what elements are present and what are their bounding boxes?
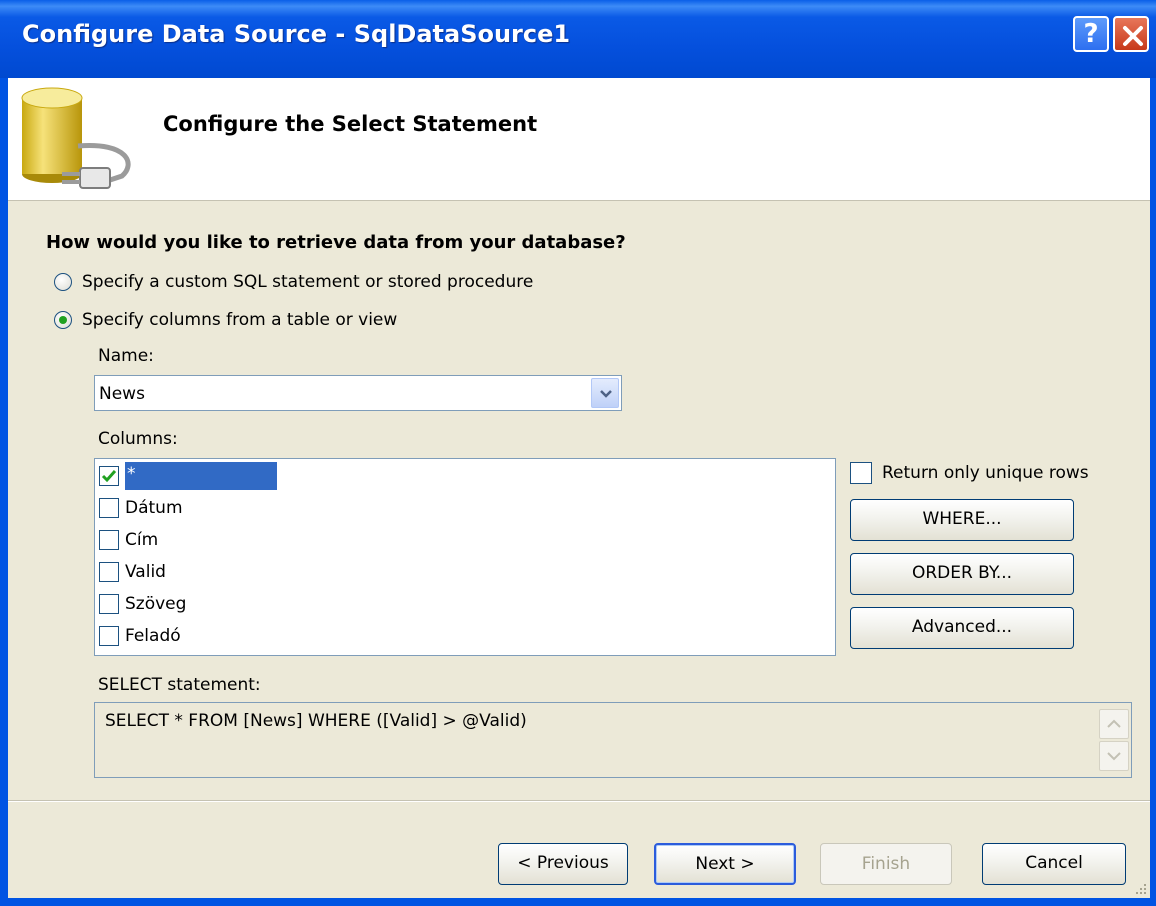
table-name-value: News <box>99 384 145 404</box>
advanced-button[interactable]: Advanced... <box>850 607 1074 649</box>
custom-sql-option[interactable]: Specify a custom SQL statement or stored… <box>54 270 533 294</box>
column-checkbox[interactable] <box>99 498 119 518</box>
column-label: Valid <box>125 562 166 582</box>
database-plug-icon <box>21 87 131 189</box>
title-bar[interactable]: Configure Data Source - SqlDataSource1 ? <box>0 0 1156 78</box>
chevron-up-icon <box>1107 719 1121 728</box>
previous-button[interactable]: < Previous <box>498 843 628 885</box>
custom-sql-radio[interactable] <box>54 273 72 291</box>
name-label: Name: <box>98 346 154 366</box>
column-label: Dátum <box>125 498 183 518</box>
custom-sql-label: Specify a custom SQL statement or stored… <box>82 272 534 292</box>
column-label: Feladó <box>125 626 181 646</box>
select-statement-text: SELECT * FROM [News] WHERE ([Valid] > @V… <box>105 711 527 731</box>
footer-divider <box>8 800 1150 802</box>
column-label: * <box>125 462 277 490</box>
columns-label: Columns: <box>98 429 178 449</box>
next-button[interactable]: Next > <box>654 843 796 885</box>
column-checkbox[interactable] <box>99 594 119 614</box>
close-button[interactable] <box>1113 16 1149 52</box>
column-label: Szöveg <box>125 594 187 614</box>
column-label: Cím <box>125 530 159 550</box>
cancel-button[interactable]: Cancel <box>982 843 1126 885</box>
combo-dropdown-button[interactable] <box>591 378 619 408</box>
column-checkbox[interactable] <box>99 626 119 646</box>
list-item[interactable]: Dátum <box>99 493 183 523</box>
dialog-body: Configure the Select Statement How would… <box>8 78 1150 898</box>
table-columns-option[interactable]: Specify columns from a table or view <box>54 308 397 332</box>
unique-rows-label: Return only unique rows <box>882 463 1089 483</box>
unique-rows-option[interactable]: Return only unique rows <box>850 462 1089 484</box>
select-statement-box[interactable]: SELECT * FROM [News] WHERE ([Valid] > @V… <box>94 702 1132 778</box>
chevron-down-icon <box>600 390 612 398</box>
checkmark-icon <box>101 470 117 483</box>
table-columns-label: Specify columns from a table or view <box>82 310 398 330</box>
help-button[interactable]: ? <box>1073 16 1109 52</box>
dialog-window: Configure Data Source - SqlDataSource1 ? <box>0 0 1156 906</box>
scroll-down-button[interactable] <box>1099 741 1129 771</box>
resize-grip-icon[interactable] <box>1132 880 1148 896</box>
column-checkbox[interactable] <box>99 466 119 486</box>
order-by-button[interactable]: ORDER BY... <box>850 553 1074 595</box>
list-item[interactable]: Feladó <box>99 621 181 651</box>
column-checkbox[interactable] <box>99 530 119 550</box>
where-button[interactable]: WHERE... <box>850 499 1074 541</box>
window-title: Configure Data Source - SqlDataSource1 <box>22 20 571 48</box>
list-item[interactable]: * <box>99 461 277 491</box>
wizard-header: Configure the Select Statement <box>8 78 1150 201</box>
wizard-step-title: Configure the Select Statement <box>163 112 538 136</box>
retrieval-question: How would you like to retrieve data from… <box>46 232 626 253</box>
select-statement-label: SELECT statement: <box>98 675 261 695</box>
finish-button[interactable]: Finish <box>820 843 952 885</box>
table-name-combobox[interactable]: News <box>94 375 622 411</box>
close-icon <box>1123 26 1143 46</box>
list-item[interactable]: Valid <box>99 557 166 587</box>
list-item[interactable]: Szöveg <box>99 589 186 619</box>
unique-rows-checkbox[interactable] <box>850 462 872 484</box>
column-checkbox[interactable] <box>99 562 119 582</box>
table-columns-radio[interactable] <box>54 311 72 329</box>
scroll-up-button[interactable] <box>1099 709 1129 739</box>
chevron-down-icon <box>1107 752 1121 761</box>
columns-listbox[interactable]: * Dátum Cím Valid Szöveg Feladó <box>94 458 836 656</box>
list-item[interactable]: Cím <box>99 525 158 555</box>
